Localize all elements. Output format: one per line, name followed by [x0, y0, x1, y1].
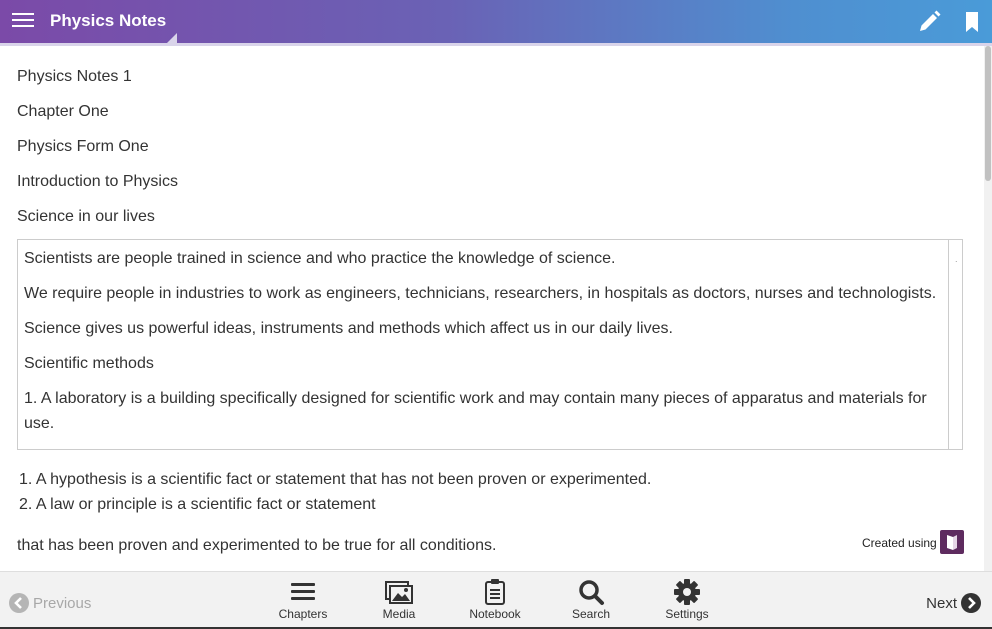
paragraph: We require people in industries to work …	[24, 285, 937, 302]
search-button[interactable]: Search	[556, 578, 626, 621]
section-title: Introduction to Physics	[17, 173, 178, 190]
note-heading: Physics Notes 1	[17, 68, 132, 85]
notebook-label: Notebook	[469, 607, 521, 621]
list-item: 2. A law or principle is a scientific fa…	[19, 496, 376, 513]
app-header: Physics Notes	[0, 0, 992, 46]
paragraph: 1. A laboratory is a building specifical…	[24, 390, 927, 432]
search-label: Search	[571, 607, 611, 621]
created-using-label: Created using	[862, 536, 937, 550]
settings-button[interactable]: Settings	[652, 578, 722, 621]
form-title: Physics Form One	[17, 138, 149, 155]
notebook-icon	[481, 578, 509, 606]
scrollbar-thumb[interactable]	[985, 46, 991, 181]
previous-label: Previous	[33, 594, 92, 612]
media-label: Media	[382, 607, 416, 621]
chevron-left-icon	[9, 593, 29, 613]
continuation-text: that has been proven and experimented to…	[17, 537, 497, 554]
menu-icon[interactable]	[12, 11, 34, 29]
search-icon	[577, 578, 605, 606]
paragraph: Science gives us powerful ideas, instrum…	[24, 320, 673, 337]
gear-icon	[673, 578, 701, 606]
notebook-button[interactable]: Notebook	[460, 578, 530, 621]
previous-button[interactable]: Previous	[9, 593, 91, 613]
subsection-title: Science in our lives	[17, 208, 155, 225]
chevron-right-icon	[961, 593, 981, 613]
settings-label: Settings	[665, 607, 709, 621]
next-label: Next	[926, 594, 957, 612]
note-content: Physics Notes 1 Chapter One Physics Form…	[0, 46, 984, 571]
content-box: Scientists are people trained in science…	[17, 239, 963, 450]
image-icon	[385, 578, 413, 606]
bookmark-icon[interactable]	[962, 11, 982, 33]
chapters-label: Chapters	[278, 607, 328, 621]
media-button[interactable]: Media	[364, 578, 434, 621]
chapter-title: Chapter One	[17, 103, 109, 120]
list-item: 1. A hypothesis is a scientific fact or …	[19, 471, 652, 488]
book-logo-icon[interactable]	[940, 530, 964, 554]
next-button[interactable]: Next	[926, 593, 981, 613]
paragraph: Scientists are people trained in science…	[24, 250, 616, 267]
paragraph: Scientific methods	[24, 355, 154, 372]
box-side-mark: .	[955, 254, 958, 264]
pencil-icon[interactable]	[916, 9, 942, 35]
content-box-text-area: Scientists are people trained in science…	[18, 240, 949, 449]
vertical-scrollbar[interactable]	[984, 46, 992, 571]
bottom-navigation: Previous Chapters Media Notebook Search …	[0, 571, 992, 629]
chapters-button[interactable]: Chapters	[268, 578, 338, 621]
app-title: Physics Notes	[50, 11, 167, 30]
list-icon	[289, 578, 317, 606]
header-notch	[166, 33, 177, 44]
